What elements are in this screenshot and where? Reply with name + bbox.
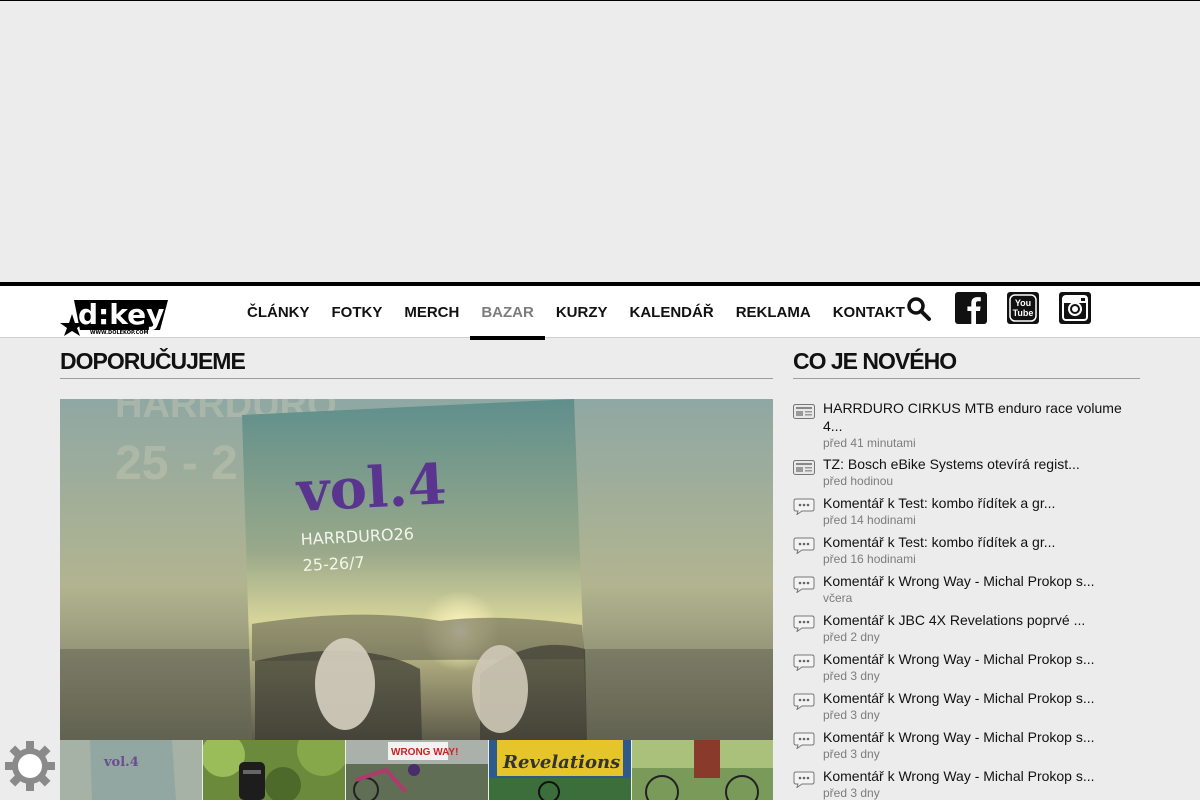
news-item-time: před 41 minutami	[823, 436, 916, 450]
news-item[interactable]: HARRDURO CIRKUS MTB enduro race volume 4…	[793, 399, 1140, 451]
comment-icon	[793, 732, 815, 749]
nav-item-reklama[interactable]: REKLAMA	[725, 286, 822, 338]
news-item-title[interactable]: Komentář k Wrong Way - Michal Prokop s..…	[823, 728, 1140, 746]
thumbnail-2[interactable]	[203, 740, 345, 800]
recommend-rule	[60, 378, 773, 379]
news-item-title[interactable]: Komentář k Wrong Way - Michal Prokop s..…	[823, 767, 1140, 785]
nav-menu: ČLÁNKY FOTKY MERCH BAZAR KURZY KALENDÁŘ REKLAM…	[236, 286, 916, 340]
thumbnail-5[interactable]	[632, 740, 773, 800]
youtube-text-tube: Tube	[1013, 308, 1034, 318]
nav-item-kontakt[interactable]: KONTAKT	[822, 286, 916, 338]
nav-item-články[interactable]: ČLÁNKY	[236, 286, 321, 338]
comment-icon	[793, 771, 815, 788]
news-item[interactable]: Komentář k Wrong Way - Michal Prokop s..…	[793, 650, 1140, 684]
search-icon[interactable]	[906, 296, 932, 322]
comment-icon	[793, 576, 815, 593]
hero-featured-image[interactable]: HARRDURO 25 - 2 vol.4 HARRDURO26 25-26/7	[60, 399, 773, 740]
poster-dates: 25-26/7	[302, 553, 365, 575]
news-item-title[interactable]: TZ: Bosch eBike Systems otevírá regist..…	[823, 455, 1140, 473]
news-rule	[793, 378, 1140, 379]
article-icon	[793, 460, 815, 475]
news-item-title[interactable]: Komentář k Test: kombo řídítek a gr...	[823, 533, 1140, 551]
site-logo[interactable]: d:key WWW.DOLEKOP.COM	[60, 290, 170, 336]
ad-banner-area	[0, 1, 1200, 282]
news-item-time: před 3 dny	[823, 669, 880, 683]
thumb-3-caption: WRONG WAY!	[391, 747, 458, 758]
news-item-time: před 14 hodinami	[823, 513, 916, 527]
news-item-title[interactable]: Komentář k Wrong Way - Michal Prokop s..…	[823, 689, 1140, 707]
youtube-icon[interactable]: You Tube	[1007, 292, 1039, 324]
news-item-title[interactable]: Komentář k Wrong Way - Michal Prokop s..…	[823, 572, 1140, 590]
news-item-time: před hodinou	[823, 474, 894, 488]
instagram-icon[interactable]	[1059, 292, 1091, 324]
hero-bg-text-2: 25 - 2	[115, 437, 238, 490]
settings-gear-icon[interactable]	[4, 740, 56, 792]
nav-item-bazar[interactable]: BAZAR	[470, 286, 545, 340]
news-item-time: před 3 dny	[823, 708, 880, 722]
comment-icon	[793, 654, 815, 671]
news-item-title[interactable]: Komentář k Wrong Way - Michal Prokop s..…	[823, 650, 1140, 668]
comment-icon	[793, 693, 815, 710]
news-item-title[interactable]: HARRDURO CIRKUS MTB enduro race volume 4…	[823, 399, 1140, 435]
news-item[interactable]: TZ: Bosch eBike Systems otevírá regist..…	[793, 455, 1140, 489]
news-item-title[interactable]: Komentář k Test: kombo řídítek a gr...	[823, 494, 1140, 512]
nav-item-fotky[interactable]: FOTKY	[321, 286, 394, 338]
youtube-text-you: You	[1015, 298, 1031, 308]
comment-icon	[793, 498, 815, 515]
recommend-title: DOPORUČUJEME	[60, 348, 246, 374]
news-item[interactable]: Komentář k Wrong Way - Michal Prokop s..…	[793, 728, 1140, 762]
news-item[interactable]: Komentář k Wrong Way - Michal Prokop s..…	[793, 572, 1140, 606]
nav-item-kurzy[interactable]: KURZY	[545, 286, 619, 338]
news-item[interactable]: Komentář k Wrong Way - Michal Prokop s..…	[793, 767, 1140, 800]
poster-title: vol.4	[293, 451, 448, 525]
thumbnail-4[interactable]: Revelations	[489, 740, 631, 800]
comment-icon	[793, 537, 815, 554]
news-item-time: před 16 hodinami	[823, 552, 916, 566]
news-item-title[interactable]: Komentář k JBC 4X Revelations poprvé ...	[823, 611, 1140, 629]
thumbnail-strip: vol.4 WRONG WAY! Revelations	[60, 740, 773, 800]
news-item[interactable]: Komentář k Wrong Way - Michal Prokop s..…	[793, 689, 1140, 723]
news-item[interactable]: Komentář k Test: kombo řídítek a gr... př…	[793, 494, 1140, 528]
thumb-1-caption: vol.4	[103, 755, 139, 770]
thumbnail-3[interactable]: WRONG WAY!	[346, 740, 488, 800]
news-title: CO JE NOVÉHO	[793, 348, 957, 374]
news-list: HARRDURO CIRKUS MTB enduro race volume 4…	[793, 399, 1140, 800]
news-item[interactable]: Komentář k JBC 4X Revelations poprvé ...…	[793, 611, 1140, 645]
thumbnail-1[interactable]: vol.4	[60, 740, 202, 800]
news-item-time: před 3 dny	[823, 747, 880, 761]
article-icon	[793, 404, 815, 419]
comment-icon	[793, 615, 815, 632]
thumb-4-caption: Revelations	[502, 752, 620, 773]
logo-url: WWW.DOLEKOP.COM	[90, 330, 149, 336]
nav-item-merch[interactable]: MERCH	[393, 286, 470, 338]
facebook-icon[interactable]	[955, 292, 987, 324]
logo-text: d:key	[78, 298, 164, 331]
news-item[interactable]: Komentář k Test: kombo řídítek a gr... př…	[793, 533, 1140, 567]
news-item-time: včera	[823, 591, 853, 605]
nav-item-kalendář[interactable]: KALENDÁŘ	[619, 286, 725, 338]
news-item-time: před 3 dny	[823, 786, 880, 800]
news-item-time: před 2 dny	[823, 630, 880, 644]
main-navbar: d:key WWW.DOLEKOP.COM ČLÁNKY FOTKY MERCH BA…	[0, 282, 1200, 340]
